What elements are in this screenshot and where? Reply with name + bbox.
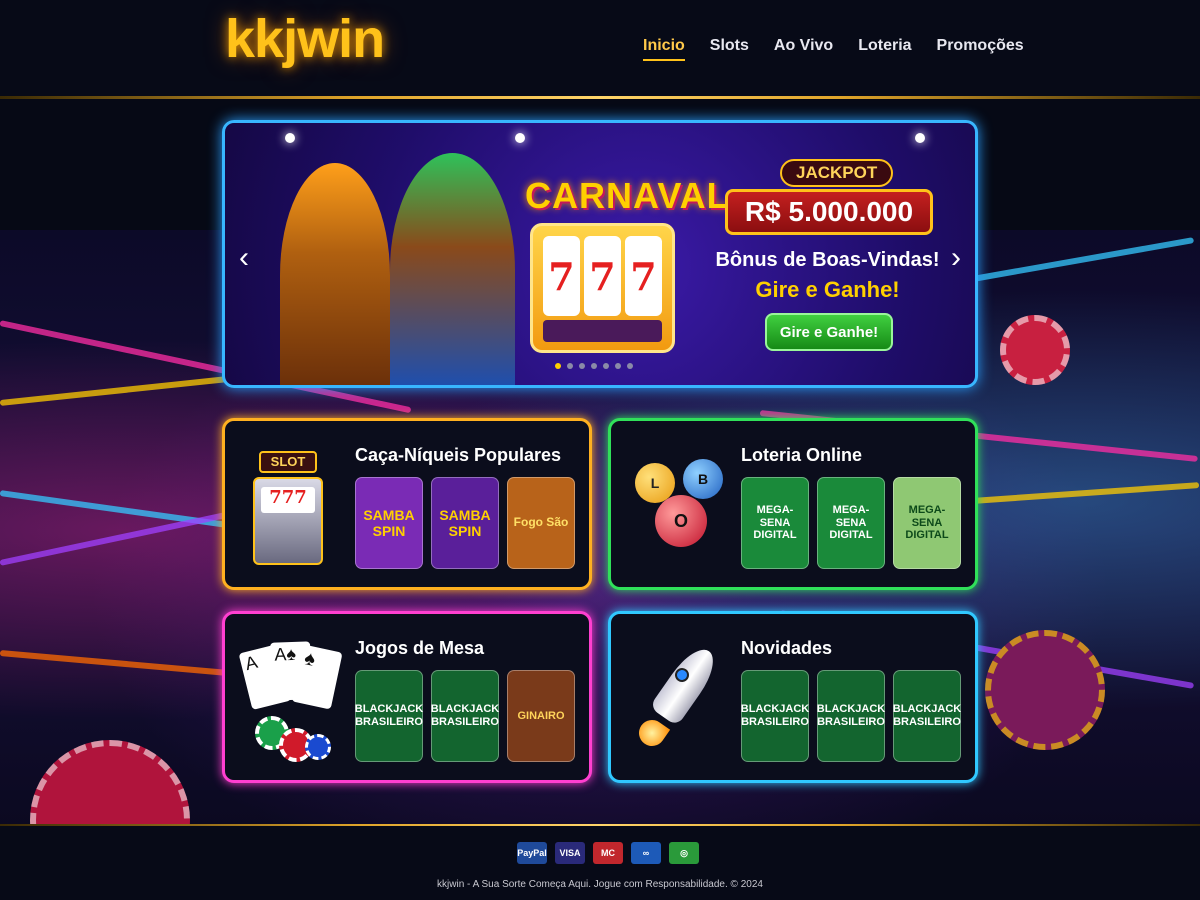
carousel-dot[interactable] [555,363,561,369]
spin-and-win-button[interactable]: Gire e Ganhe! [765,313,893,351]
mastercard-icon: MC [593,842,623,864]
reel-2: 7 [584,236,621,316]
game-tile[interactable]: MEGA-SENA DIGITAL [893,477,961,569]
spotlight-icon [285,133,295,143]
game-tile[interactable]: SAMBA SPIN [431,477,499,569]
lottery-ball: O [655,495,707,547]
nav-item-loteria[interactable]: Loteria [858,37,911,55]
reel-3: 7 [625,236,662,316]
card-title: Jogos de Mesa [355,638,485,658]
nav-item-promocoes[interactable]: Promoções [937,37,1024,55]
category-card-table-games[interactable]: A A♠ ♠ Jogos de Mesa BLACKJACK BRASILEIR… [222,611,592,783]
carousel-dot[interactable] [567,363,573,369]
game-tile[interactable]: Fogo São [507,477,575,569]
site-footer: PayPal VISA MC ∞ ◎ kkjwin - A Sua Sorte … [0,826,1200,900]
jackpot-label: JACKPOT [780,159,894,187]
header-divider [0,96,1200,99]
category-card-lottery[interactable]: L B O Loteria Online MEGA-SENA DIGITAL M… [608,418,978,590]
payment-methods: PayPal VISA MC ∞ ◎ [517,842,699,864]
playing-cards-icon: A A♠ ♠ [238,638,345,762]
site-header: kkjwin Inicio Slots Ao Vivo Loteria Prom… [0,0,1200,98]
game-tile[interactable]: BLACKJACK BRASILEIRO [893,670,961,762]
game-tile[interactable]: MEGA-SENA DIGITAL [817,477,885,569]
slot-sign: SLOT [259,451,317,473]
main-nav: Inicio Slots Ao Vivo Loteria Promoções [643,37,1024,61]
nav-item-inicio[interactable]: Inicio [643,37,685,61]
card-title: Loteria Online [741,445,863,465]
bank-transfer-icon: ∞ [631,842,661,864]
paypal-icon: PayPal [517,842,547,864]
card-title: Novidades [741,638,833,658]
game-tiles: MEGA-SENA DIGITAL MEGA-SENA DIGITAL MEGA… [741,477,961,569]
game-tile[interactable]: BLACKJACK BRASILEIRO [817,670,885,762]
card-title: Caça-Níqueis Populares [355,445,562,465]
brand-logo[interactable]: kkjwin [225,8,385,70]
game-tiles: SAMBA SPIN SAMBA SPIN Fogo São [355,477,575,569]
nav-item-slots[interactable]: Slots [710,37,749,55]
game-tile[interactable]: SAMBA SPIN [355,477,423,569]
game-tile[interactable]: BLACKJACK BRASILEIRO [355,670,423,762]
pix-icon: ◎ [669,842,699,864]
bonus-subtext: Gire e Ganhe! [755,277,900,302]
spotlight-icon [515,133,525,143]
chevron-left-icon[interactable]: ‹ [239,241,249,275]
slot-machine-icon: SLOT 777 [245,445,345,565]
lottery-balls-icon: L B O [631,445,731,565]
category-card-new[interactable]: Novidades BLACKJACK BRASILEIRO BLACKJACK… [608,611,978,783]
category-card-slots[interactable]: SLOT 777 Caça-Níqueis Populares SAMBA SP… [222,418,592,590]
carousel-dots [555,363,633,369]
game-tiles: BLACKJACK BRASILEIRO BLACKJACK BRASILEIR… [741,670,961,762]
carousel-dot[interactable] [579,363,585,369]
carousel-dot[interactable] [615,363,621,369]
footer-copyright: kkjwin - A Sua Sorte Começa Aqui. Jogue … [437,879,763,890]
promo-banner[interactable]: ‹ › CARNAVAL 7 7 7 JACKPOT R$ 5.000.000 … [222,120,978,388]
jackpot-amount: R$ 5.000.000 [725,189,933,235]
dancer-female-illustration [280,163,390,385]
carousel-dot[interactable] [627,363,633,369]
game-tile[interactable]: MEGA-SENA DIGITAL [741,477,809,569]
chevron-right-icon[interactable]: › [951,241,961,275]
carousel-dot[interactable] [603,363,609,369]
game-tile[interactable]: BLACKJACK BRASILEIRO [431,670,499,762]
spotlight-icon [915,133,925,143]
bonus-text: Bônus de Boas-Vindas! [715,249,940,271]
dancer-male-illustration [390,153,515,385]
banner-headline: CARNAVAL [525,175,730,216]
nav-item-ao-vivo[interactable]: Ao Vivo [774,37,833,55]
lottery-ball: B [683,459,723,499]
game-tile[interactable]: GINAIRO [507,670,575,762]
game-tile[interactable]: BLACKJACK BRASILEIRO [741,670,809,762]
reel-1: 7 [543,236,580,316]
carousel-dot[interactable] [591,363,597,369]
rocket-icon [631,638,731,758]
slot-machine-illustration: 7 7 7 [530,223,675,353]
game-tiles: BLACKJACK BRASILEIRO BLACKJACK BRASILEIR… [355,670,575,762]
visa-icon: VISA [555,842,585,864]
